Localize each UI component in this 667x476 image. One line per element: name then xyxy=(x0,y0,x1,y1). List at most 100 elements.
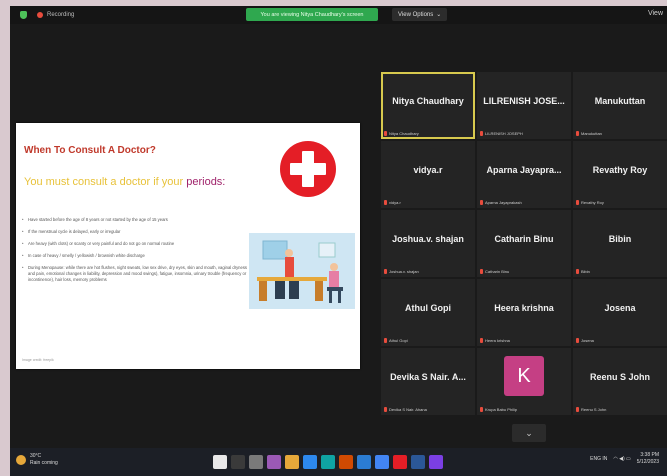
participant-label-text: Aparna Jayaprakash xyxy=(485,200,522,205)
muted-mic-icon xyxy=(480,338,483,343)
clock[interactable]: 3:38 PM 5/12/2023 xyxy=(637,452,659,466)
participant-tile[interactable]: Reenu S John Reenu S John xyxy=(573,348,667,415)
muted-mic-icon xyxy=(576,338,579,343)
windows-taskbar: 30°C Rain coming ENG IN ◠ ◀) ▭ 3:38 PM 5… xyxy=(10,448,667,476)
language-indicator[interactable]: ENG IN xyxy=(590,456,607,462)
participant-tile[interactable]: Joshua.v. shajan Joshua.v. shajan xyxy=(381,210,475,277)
participant-label-text: Josena xyxy=(581,338,594,343)
shared-screen-slide: When To Consult A Doctor? You must consu… xyxy=(16,123,360,369)
view-button[interactable]: View xyxy=(648,10,663,17)
recording-label: Recording xyxy=(47,12,75,18)
taskbar-app-icon[interactable] xyxy=(357,455,371,469)
taskbar-app-icon[interactable] xyxy=(411,455,425,469)
slide-bullet: Are heavy (with clots) or scanty or very… xyxy=(22,241,248,247)
weather-widget[interactable]: 30°C Rain coming xyxy=(16,453,58,467)
muted-mic-icon xyxy=(480,407,483,412)
viewing-screen-banner: You are viewing Nitya Chaudhary's screen xyxy=(246,8,378,21)
participant-label-text: Bibin xyxy=(581,269,590,274)
participant-name: Reenu S John xyxy=(589,372,650,382)
taskbar-app-icon[interactable] xyxy=(393,455,407,469)
participant-name: Nitya Chaudhary xyxy=(392,96,464,106)
view-options-button[interactable]: View Options ⌄ xyxy=(392,8,448,21)
taskbar-app-icon[interactable] xyxy=(375,455,389,469)
participant-name: Devika S Nair. A... xyxy=(390,372,466,382)
medical-cross-icon xyxy=(280,141,336,197)
muted-mic-icon xyxy=(384,200,387,205)
participant-tile[interactable]: Manukuttan Manukuttan xyxy=(573,72,667,139)
taskbar-app-icon[interactable] xyxy=(303,455,317,469)
muted-mic-icon xyxy=(384,407,387,412)
participant-name: vidya.r xyxy=(413,165,443,175)
participant-tile[interactable]: Athul Gopi Athul Gopi xyxy=(381,279,475,346)
chevron-down-icon: ⌄ xyxy=(436,12,442,18)
participant-tile[interactable]: Heera krishna Heera krishna xyxy=(477,279,571,346)
participant-tile[interactable]: Devika S Nair. A... Devika S Nair. Ahana xyxy=(381,348,475,415)
clock-date: 5/12/2023 xyxy=(636,459,659,465)
participant-label-text: Athul Gopi xyxy=(389,338,408,343)
participant-label-text: LILRENISH JOSEPH xyxy=(485,131,523,136)
participant-tile[interactable]: Nitya Chaudhary Nitya Chaudhary xyxy=(381,72,475,139)
participant-label-text: Catharin Binu xyxy=(485,269,510,274)
weather-icon xyxy=(16,455,26,465)
participant-label: Nitya Chaudhary xyxy=(384,131,419,136)
participant-tile[interactable]: Revathy Roy Revathy Roy xyxy=(573,141,667,208)
participant-avatar: K xyxy=(504,356,544,396)
recording-indicator[interactable]: Recording xyxy=(20,11,74,19)
taskbar-app-icon[interactable] xyxy=(285,455,299,469)
participant-label: vidya.r xyxy=(384,200,401,205)
tray-icons[interactable]: ◠ ◀) ▭ xyxy=(613,456,630,462)
participant-label: Josena xyxy=(576,338,594,343)
taskbar-app-icon[interactable] xyxy=(429,455,443,469)
muted-mic-icon xyxy=(384,269,387,274)
participant-label-text: Manukuttan xyxy=(581,131,602,136)
slide-title: When To Consult A Doctor? xyxy=(24,145,156,156)
participant-name: Joshua.v. shajan xyxy=(392,234,464,244)
participant-label-text: Krupa Babu Philip xyxy=(485,407,518,412)
participant-tile[interactable]: Bibin Bibin xyxy=(573,210,667,277)
view-options-label: View Options xyxy=(398,11,434,18)
participant-label: Devika S Nair. Ahana xyxy=(384,407,427,412)
muted-mic-icon xyxy=(480,269,483,274)
muted-mic-icon xyxy=(384,338,387,343)
more-participants-button[interactable]: ⌄ xyxy=(512,424,546,442)
recording-dot-icon xyxy=(37,12,43,18)
zoom-meeting-window: Recording You are viewing Nitya Chaudhar… xyxy=(10,6,667,476)
participant-label-text: Nitya Chaudhary xyxy=(389,131,419,136)
participant-label: Revathy Roy xyxy=(576,200,604,205)
weather-desc: Rain coming xyxy=(30,460,58,466)
participant-tile[interactable]: LILRENISH JOSE... LILRENISH JOSEPH xyxy=(477,72,571,139)
participant-label: Reenu S John xyxy=(576,407,606,412)
participant-tile[interactable]: Aparna Jayapra... Aparna Jayaprakash xyxy=(477,141,571,208)
taskbar-app-icon[interactable] xyxy=(267,455,281,469)
taskbar-app-icon[interactable] xyxy=(321,455,335,469)
participant-label-text: Joshua.v. shajan xyxy=(389,269,419,274)
taskbar-app-icon[interactable] xyxy=(249,455,263,469)
participant-label-text: Devika S Nair. Ahana xyxy=(389,407,427,412)
participant-label: Krupa Babu Philip xyxy=(480,407,517,412)
participant-label-text: Reenu S John xyxy=(581,407,607,412)
slide-subtitle: You must consult a doctor if your period… xyxy=(24,176,225,188)
participant-label-text: Heera krishna xyxy=(485,338,510,343)
participant-tile[interactable]: vidya.r vidya.r xyxy=(381,141,475,208)
participant-label: Bibin xyxy=(576,269,590,274)
participant-label: Aparna Jayaprakash xyxy=(480,200,522,205)
participant-tile[interactable]: Josena Josena xyxy=(573,279,667,346)
participant-name: Catharin Binu xyxy=(494,234,554,244)
muted-mic-icon xyxy=(480,131,483,136)
taskbar-app-icon[interactable] xyxy=(339,455,353,469)
taskbar-app-icons xyxy=(213,455,443,469)
security-shield-icon[interactable] xyxy=(20,11,27,19)
meeting-top-bar: Recording You are viewing Nitya Chaudhar… xyxy=(10,6,667,24)
participant-name: Athul Gopi xyxy=(405,303,451,313)
participant-name: Heera krishna xyxy=(494,303,554,313)
participant-label-text: vidya.r xyxy=(389,200,401,205)
participant-tile[interactable]: Catharin Binu Catharin Binu xyxy=(477,210,571,277)
participant-tile[interactable]: K Krupa Babu Philip xyxy=(477,348,571,415)
taskbar-app-icon[interactable] xyxy=(213,455,227,469)
taskbar-app-icon[interactable] xyxy=(231,455,245,469)
slide-subtitle-text: You must consult a doctor if your xyxy=(24,176,187,188)
participant-name: Manukuttan xyxy=(594,96,646,106)
slide-bullet-list: Have started before the age of 8 years o… xyxy=(22,217,248,289)
participant-label: LILRENISH JOSEPH xyxy=(480,131,523,136)
doctor-consultation-illustration xyxy=(249,233,355,309)
